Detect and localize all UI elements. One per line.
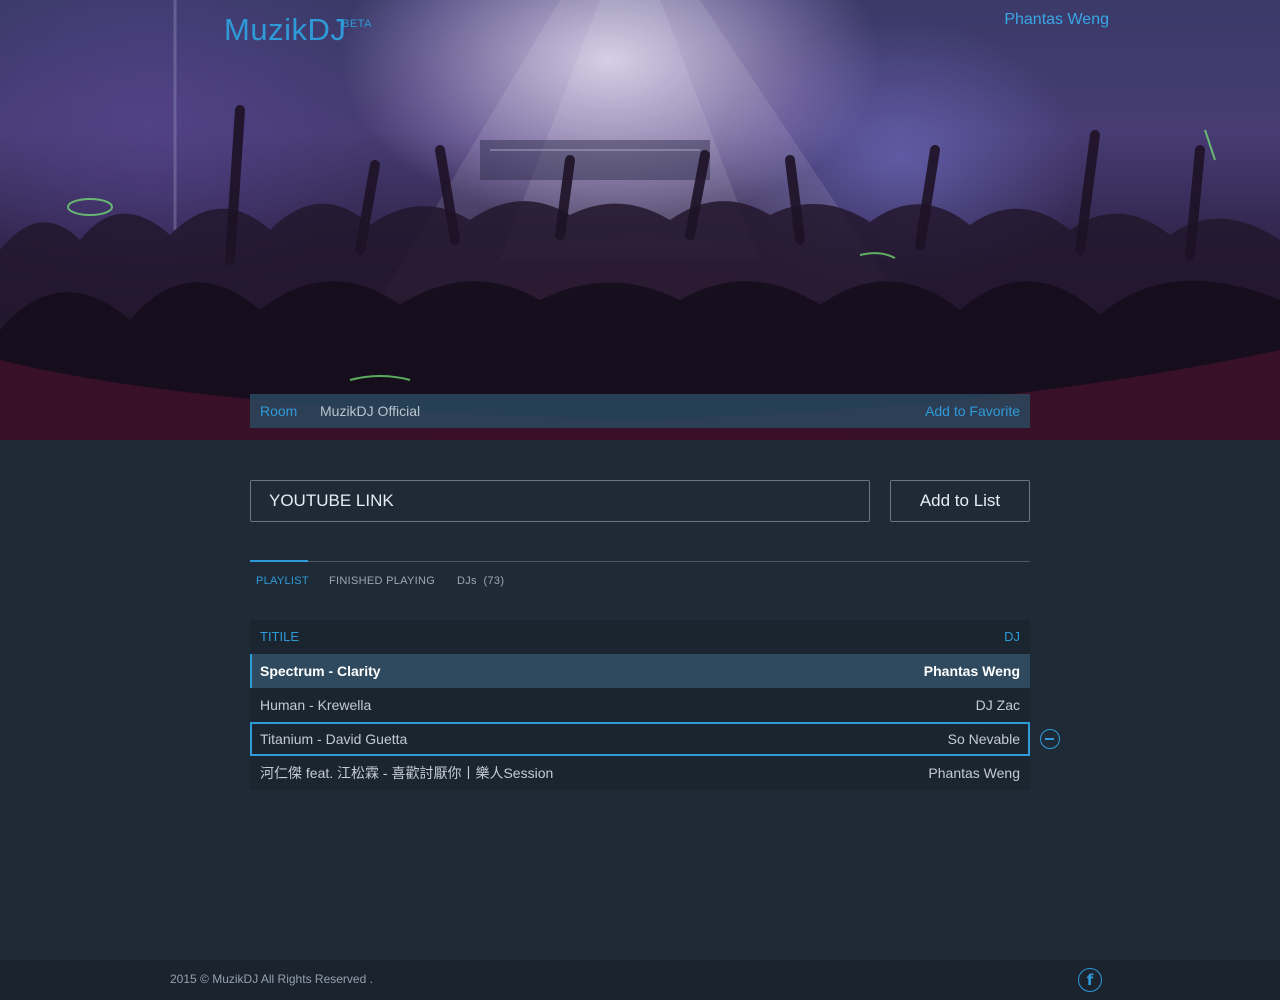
youtube-link-input[interactable] xyxy=(250,480,870,522)
track-title: Spectrum - Clarity xyxy=(260,663,381,679)
active-tab-indicator xyxy=(250,560,308,562)
copyright-text: 2015 © MuzikDJ All Rights Reserved . xyxy=(170,972,373,986)
remove-track-icon[interactable] xyxy=(1040,729,1060,749)
tab-djs[interactable]: DJs (73) xyxy=(457,575,504,587)
track-title: 河仁傑 feat. 江松霖 - 喜歡討厭你丨樂人Session xyxy=(260,765,554,781)
room-name: MuzikDJ Official xyxy=(320,403,421,419)
hero-banner: MuzikDJ BETA Phantas Weng Room MuzikDJ O… xyxy=(0,0,1280,440)
tab-playlist[interactable]: PLAYLIST xyxy=(256,575,309,587)
room-bar: Room MuzikDJ Official Add to Favorite xyxy=(250,394,1030,428)
footer: 2015 © MuzikDJ All Rights Reserved . f xyxy=(0,960,1280,1000)
table-row[interactable]: Titanium - David Guetta So Nevable xyxy=(250,722,1030,756)
add-to-list-button[interactable]: Add to List xyxy=(890,480,1030,522)
column-header-dj: DJ xyxy=(1004,629,1020,644)
track-dj: Phantas Weng xyxy=(923,663,1020,679)
column-header-title: TITILE xyxy=(260,629,300,644)
playlist-table: TITILE DJ Spectrum - Clarity Phantas Wen… xyxy=(250,620,1030,790)
table-row[interactable]: Human - Krewella DJ Zac xyxy=(250,688,1030,722)
table-row[interactable]: Spectrum - Clarity Phantas Weng xyxy=(250,654,1030,688)
track-dj: So Nevable xyxy=(947,731,1020,747)
room-label: Room xyxy=(260,403,298,419)
app-logo[interactable]: MuzikDJ xyxy=(224,12,346,48)
table-row[interactable]: 河仁傑 feat. 江松霖 - 喜歡討厭你丨樂人Session Phantas … xyxy=(250,756,1030,790)
tabs-divider xyxy=(250,561,1030,562)
facebook-icon[interactable]: f xyxy=(1078,968,1102,992)
track-dj: DJ Zac xyxy=(975,697,1020,713)
concert-crowd-image xyxy=(0,0,1280,440)
beta-badge: BETA xyxy=(342,18,372,30)
track-title: Human - Krewella xyxy=(260,697,372,713)
add-to-favorite-link[interactable]: Add to Favorite xyxy=(925,394,1020,428)
track-dj: Phantas Weng xyxy=(928,765,1020,781)
tab-finished-playing[interactable]: FINISHED PLAYING xyxy=(329,575,435,587)
track-title: Titanium - David Guetta xyxy=(260,731,408,747)
table-header: TITILE DJ xyxy=(250,620,1030,654)
user-profile-link[interactable]: Phantas Weng xyxy=(1004,11,1109,29)
